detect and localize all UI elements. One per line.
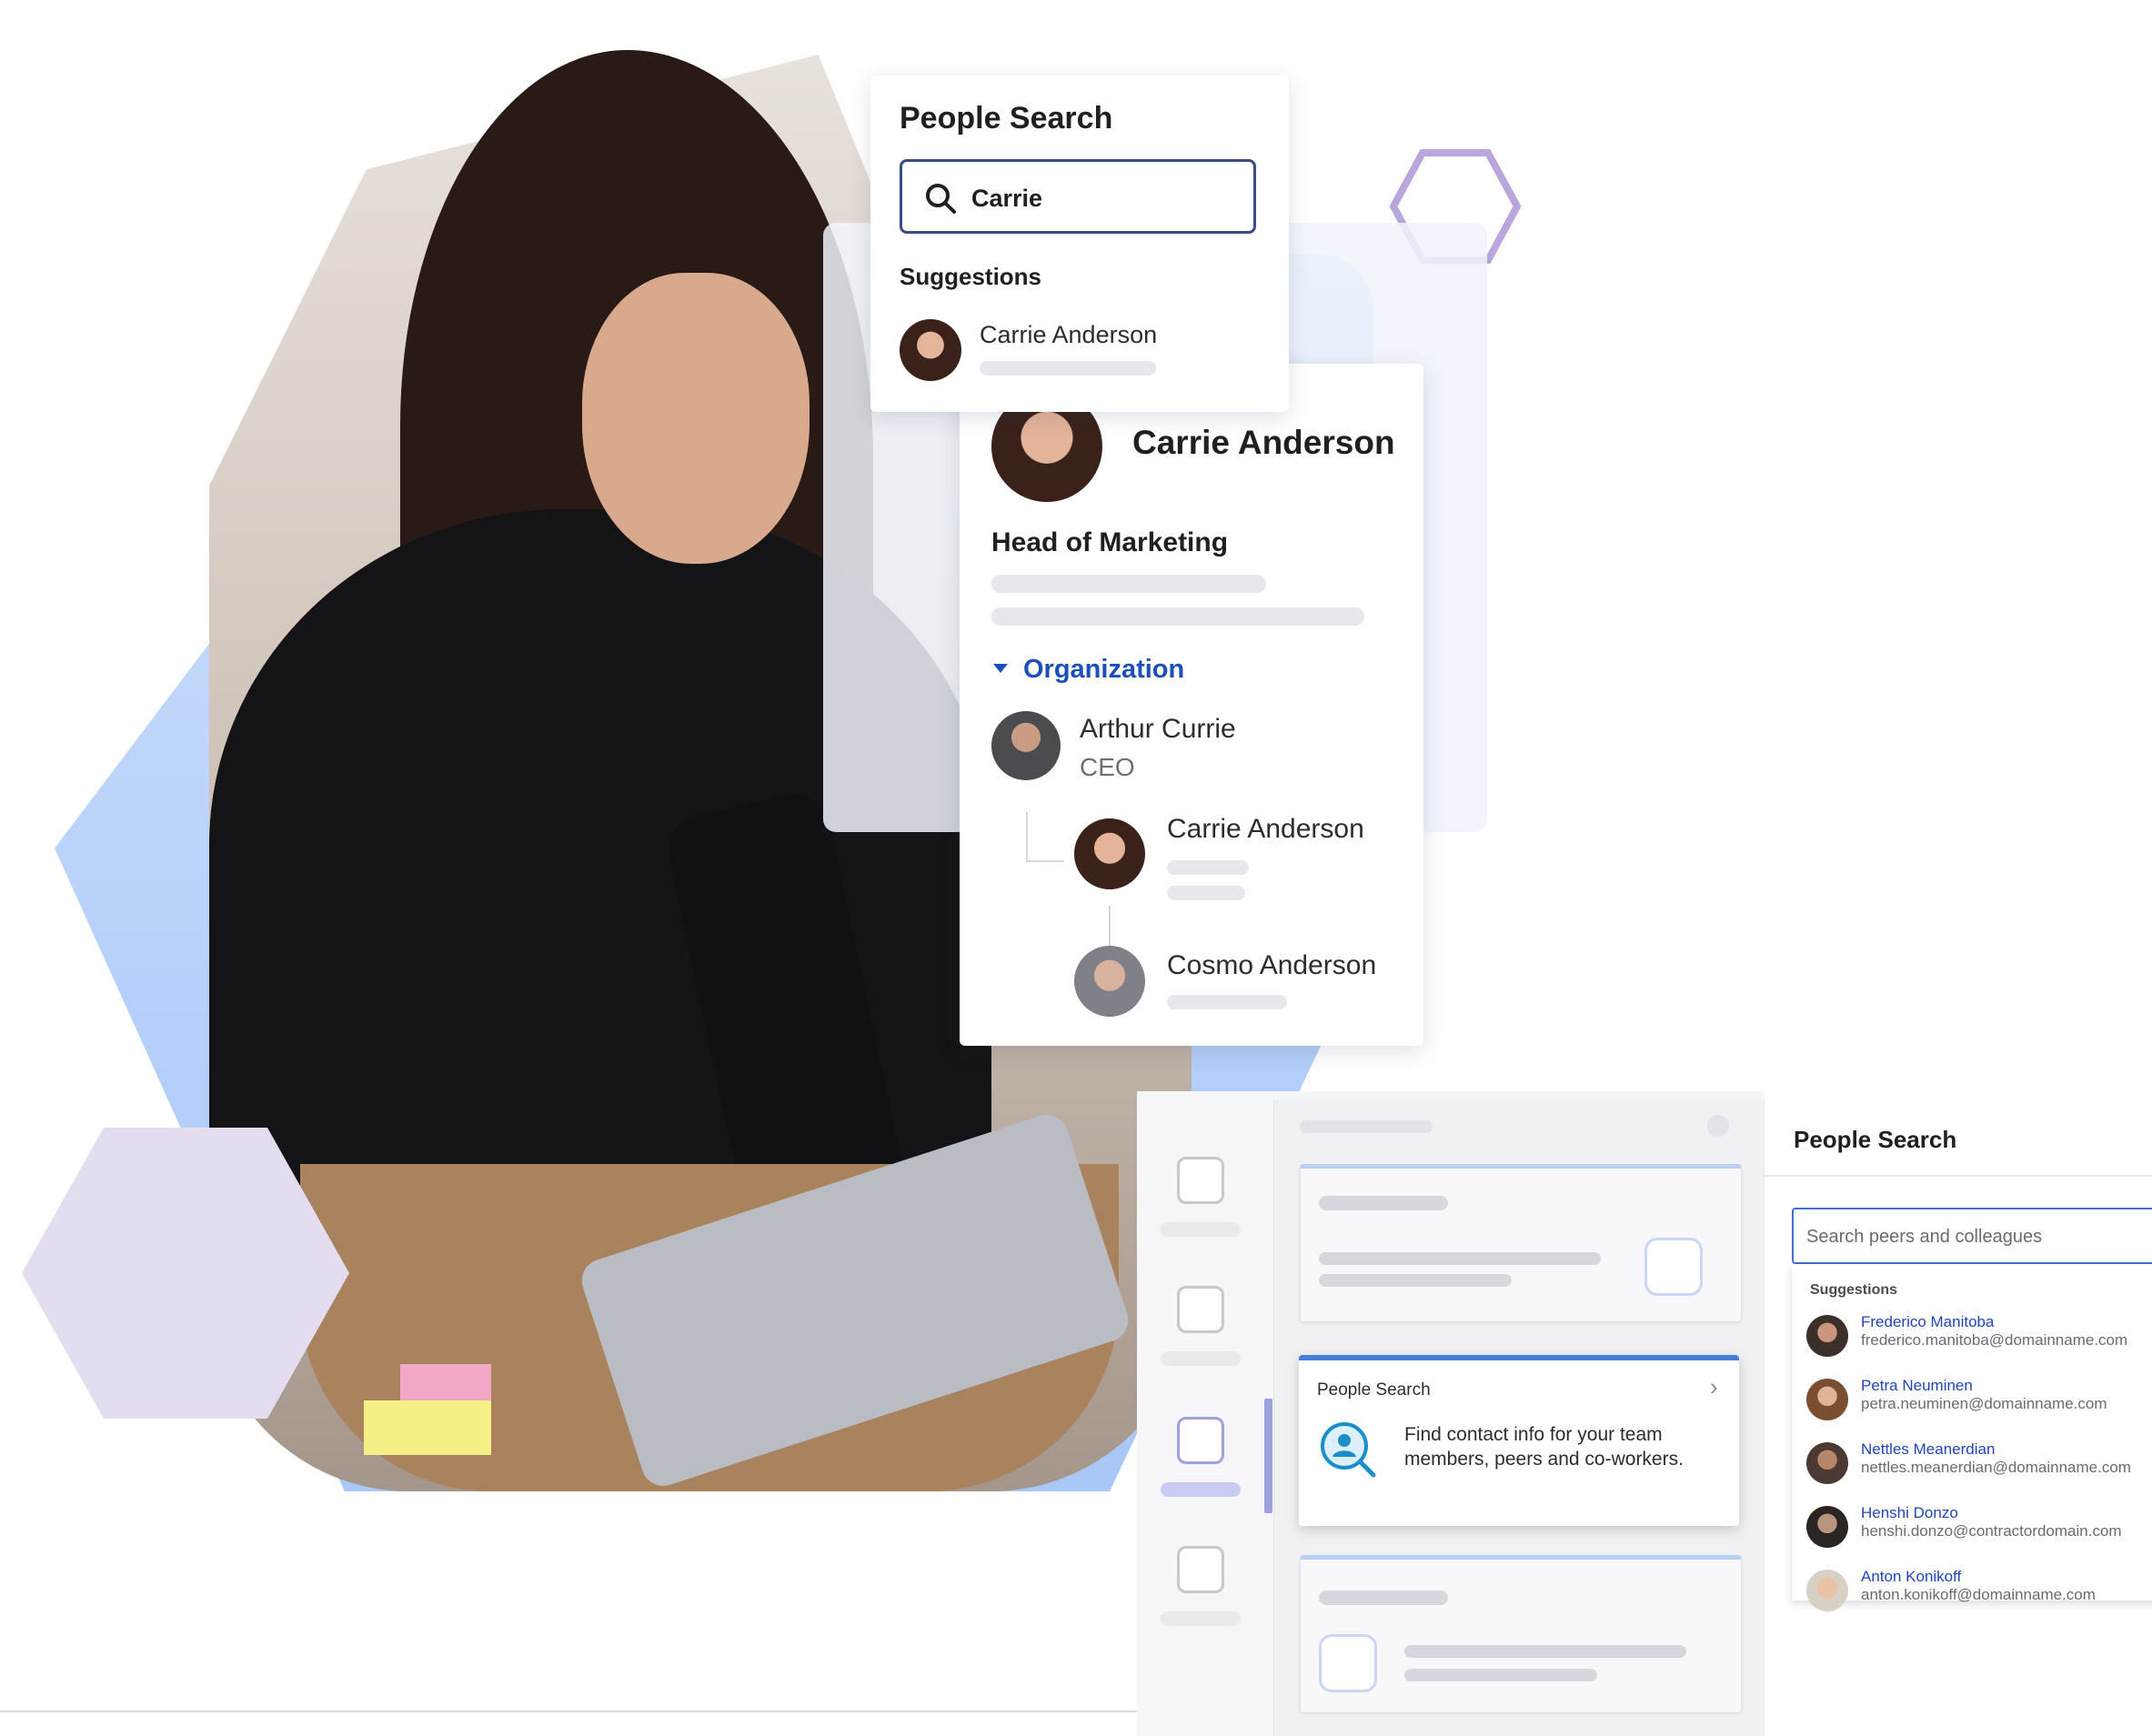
placeholder-line xyxy=(1167,886,1245,900)
nav-rail-item[interactable] xyxy=(1177,1546,1224,1593)
person-name[interactable]: Frederico Manitoba xyxy=(1861,1313,1994,1331)
suggestion-row[interactable]: Nettles Meanerdian nettles.meanerdian@do… xyxy=(1806,1437,2152,1491)
org-tree-connector xyxy=(1109,906,1111,948)
org-person-name[interactable]: Carrie Anderson xyxy=(1167,814,1364,845)
suggestion-row[interactable]: Anton Konikoff anton.konikoff@domainname… xyxy=(1806,1564,2152,1619)
nav-rail-label xyxy=(1161,1222,1241,1237)
nav-rail-item[interactable] xyxy=(1177,1157,1224,1204)
search-icon xyxy=(926,184,956,214)
placeholder-line xyxy=(1319,1590,1448,1605)
avatar xyxy=(1806,1570,1848,1611)
search-field[interactable] xyxy=(1792,1208,2152,1264)
people-search-input[interactable]: Carrie xyxy=(900,159,1256,234)
suggestion-row[interactable]: Frederico Manitoba frederico.manitoba@do… xyxy=(1806,1310,2152,1364)
chevron-right-icon[interactable]: › xyxy=(1710,1373,1718,1401)
placeholder-line xyxy=(980,361,1156,376)
placeholder-line xyxy=(1319,1274,1512,1287)
tile-thumbnail xyxy=(1319,1634,1377,1692)
profile-name: Carrie Anderson xyxy=(1132,424,1395,461)
people-search-pane: People Search Suggestions Frederico Mani… xyxy=(1765,1091,2152,1736)
org-person-name[interactable]: Arthur Currie xyxy=(1080,714,1236,745)
suggestion-row[interactable]: Petra Neuminen petra.neuminen@domainname… xyxy=(1806,1373,2152,1428)
photo-sticky-note xyxy=(364,1400,491,1455)
divider xyxy=(1765,1175,2152,1177)
popover-title: People Search xyxy=(1317,1380,1431,1400)
placeholder-line xyxy=(1404,1669,1597,1681)
popover-description: Find contact info for your team members,… xyxy=(1404,1424,1684,1470)
divider xyxy=(0,1711,1137,1712)
person-name[interactable]: Petra Neuminen xyxy=(1861,1377,1973,1395)
avatar xyxy=(991,711,1061,780)
placeholder-dot xyxy=(1707,1115,1729,1137)
avatar xyxy=(1806,1506,1848,1548)
nav-rail-item-active[interactable] xyxy=(1177,1417,1224,1464)
org-person-role: CEO xyxy=(1080,753,1135,781)
people-search-title: People Search xyxy=(900,101,1113,135)
content-tile[interactable] xyxy=(1300,1164,1742,1322)
tile-thumbnail xyxy=(1644,1238,1703,1296)
nav-rail-item[interactable] xyxy=(1177,1286,1224,1333)
org-person-name[interactable]: Cosmo Anderson xyxy=(1167,950,1376,981)
profile-job-title: Head of Marketing xyxy=(991,527,1229,557)
person-name[interactable]: Nettles Meanerdian xyxy=(1861,1440,1995,1459)
person-email: anton.konikoff@domainname.com xyxy=(1861,1586,2096,1603)
people-search-icon xyxy=(1321,1422,1376,1478)
suggestions-label: Suggestions xyxy=(1810,1282,1898,1298)
nav-rail-label xyxy=(1161,1611,1241,1626)
content-tile[interactable] xyxy=(1300,1555,1742,1713)
avatar xyxy=(1806,1379,1848,1420)
placeholder-line xyxy=(1404,1645,1686,1658)
person-email: frederico.manitoba@domainname.com xyxy=(1861,1331,2128,1349)
suggestions-dropdown: Suggestions Frederico Manitoba frederico… xyxy=(1792,1264,2152,1611)
search-query-text: Carrie xyxy=(971,185,1043,212)
placeholder-line xyxy=(1167,860,1249,875)
person-email: henshi.donzo@contractordomain.com xyxy=(1861,1522,2122,1540)
organization-toggle[interactable]: Organization xyxy=(1023,655,1184,685)
nav-rail-label xyxy=(1161,1482,1241,1497)
people-search-popover[interactable]: People Search › Find contact info for yo… xyxy=(1299,1355,1739,1526)
suggestion-item[interactable]: Carrie Anderson xyxy=(980,321,1157,349)
avatar xyxy=(1074,946,1145,1017)
person-name[interactable]: Henshi Donzo xyxy=(1861,1504,1958,1522)
person-email: petra.neuminen@domainname.com xyxy=(1861,1395,2107,1412)
placeholder-line xyxy=(991,607,1364,626)
placeholder-line xyxy=(991,575,1266,593)
placeholder-line xyxy=(1167,995,1287,1009)
photo-person-face xyxy=(582,273,810,564)
nav-active-indicator xyxy=(1264,1399,1272,1513)
caret-down-icon[interactable] xyxy=(991,662,1010,675)
avatar xyxy=(900,319,961,381)
avatar xyxy=(1806,1442,1848,1484)
pane-title: People Search xyxy=(1794,1126,1957,1153)
person-email: nettles.meanerdian@domainname.com xyxy=(1861,1459,2131,1476)
org-tree-connector xyxy=(1026,860,1064,862)
nav-rail-label xyxy=(1161,1351,1241,1366)
person-name[interactable]: Anton Konikoff xyxy=(1861,1568,1961,1586)
placeholder-line xyxy=(1300,1120,1433,1133)
profile-card: Carrie Anderson Head of Marketing Organi… xyxy=(960,364,1423,1046)
search-input[interactable] xyxy=(1805,1222,2152,1251)
suggestions-label: Suggestions xyxy=(900,263,1042,290)
placeholder-line xyxy=(1319,1252,1601,1265)
placeholder-line xyxy=(1319,1196,1448,1210)
avatar xyxy=(1806,1315,1848,1357)
suggestion-row[interactable]: Henshi Donzo henshi.donzo@contractordoma… xyxy=(1806,1500,2152,1555)
avatar xyxy=(1074,818,1145,889)
people-search-card: People Search Carrie Suggestions Carrie … xyxy=(870,75,1289,412)
org-tree-connector xyxy=(1026,812,1028,861)
